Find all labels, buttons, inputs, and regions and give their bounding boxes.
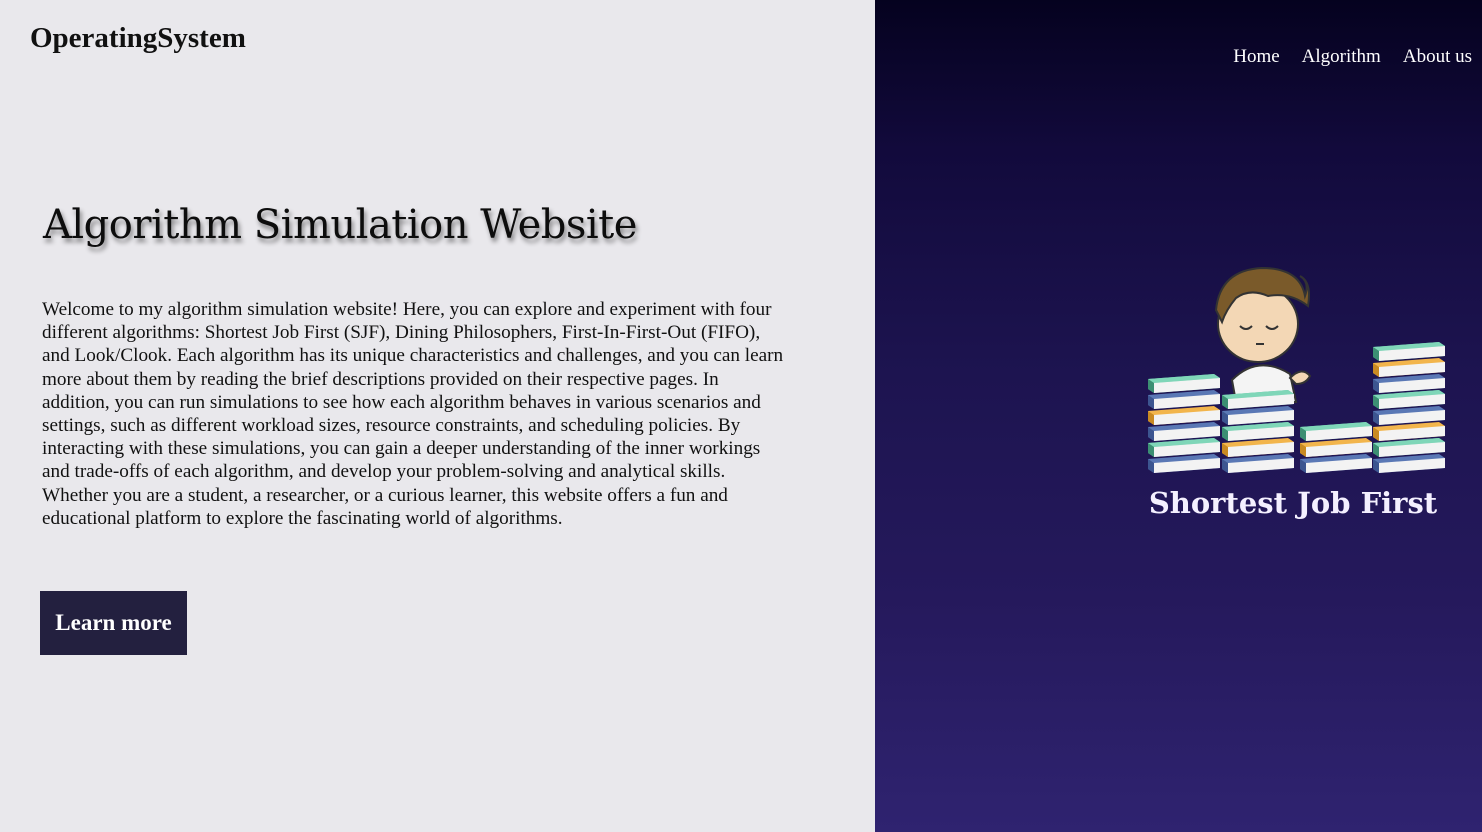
main-nav: Home Algorithm About us	[1233, 46, 1472, 68]
boy-with-books-illustration	[1148, 266, 1445, 473]
page-title: Algorithm Simulation Website	[43, 202, 637, 248]
brand-logo[interactable]: OperatingSystem	[30, 22, 246, 55]
boy-figure	[1214, 266, 1312, 403]
feature-caption: Shortest Job First	[1148, 486, 1438, 520]
learn-more-button[interactable]: Learn more	[40, 591, 187, 655]
nav-algorithm-link[interactable]: Algorithm	[1302, 46, 1381, 68]
intro-paragraph: Welcome to my algorithm simulation websi…	[42, 299, 784, 529]
nav-home-link[interactable]: Home	[1233, 46, 1279, 68]
nav-about-link[interactable]: About us	[1403, 46, 1472, 68]
